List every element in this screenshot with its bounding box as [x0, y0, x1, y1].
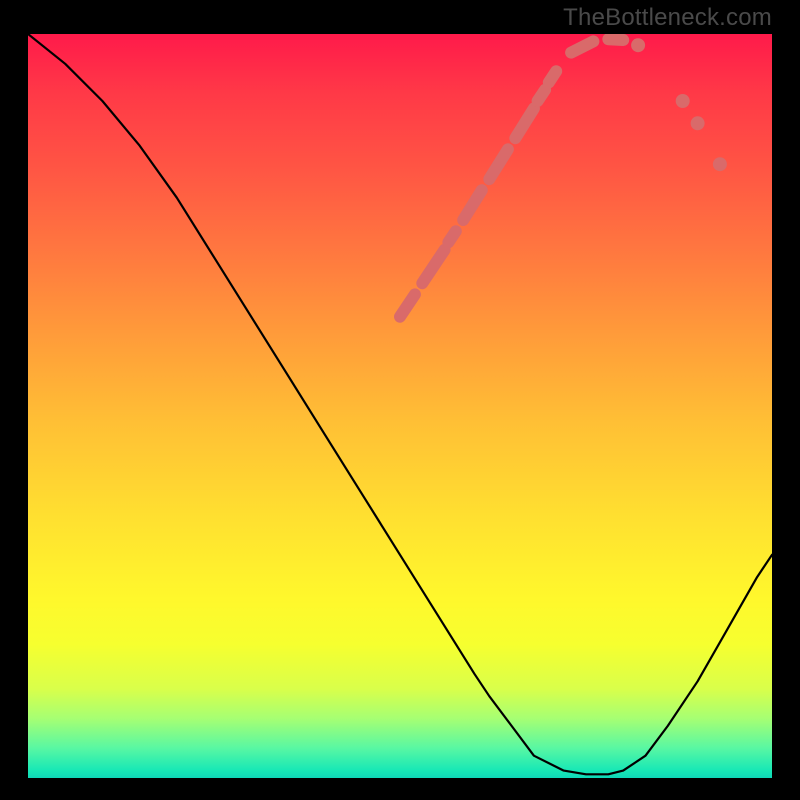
- segment-d: [463, 190, 482, 220]
- segment-b: [422, 250, 444, 283]
- markers-group: [400, 38, 727, 317]
- segment-g: [538, 90, 546, 101]
- chart-svg: [28, 34, 772, 778]
- segment-e: [489, 149, 508, 179]
- segment-a: [400, 294, 415, 316]
- dot-n: [713, 157, 727, 171]
- watermark-text: TheBottleneck.com: [563, 4, 772, 32]
- segment-f: [515, 108, 534, 138]
- chart-container: TheBottleneck.com: [0, 0, 800, 800]
- dot-l: [676, 94, 690, 108]
- dot-m: [691, 116, 705, 130]
- segment-i: [571, 41, 593, 52]
- segment-c: [448, 231, 455, 242]
- segment-h: [549, 71, 556, 82]
- bottleneck-curve: [28, 34, 772, 774]
- segment-j: [608, 39, 623, 40]
- dot-k: [631, 38, 645, 52]
- plot-area: [28, 34, 772, 778]
